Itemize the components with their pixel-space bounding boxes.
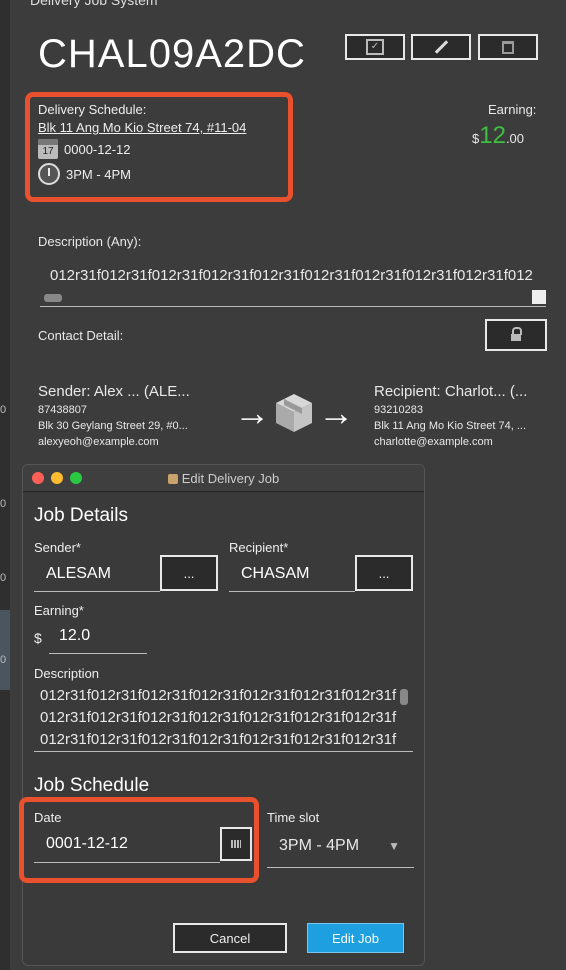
edit-button[interactable] [411,34,471,60]
lock-button[interactable] [485,319,547,351]
selected-row-edge [0,610,10,690]
recipient-card: Recipient: Charlot... (... 93210283 Blk … [374,382,527,450]
recipient-title: Recipient: Charlot... (... [374,383,528,400]
pencil-icon [434,40,448,54]
edit-job-button[interactable]: Edit Job [307,923,404,953]
description-scrollbar-thumb[interactable] [400,689,408,705]
sender-title: Sender: Alex ... (ALE... [38,383,190,400]
job-schedule-heading: Job Schedule [34,775,150,796]
delete-button[interactable] [478,34,538,60]
recipient-browse-button[interactable]: ... [355,555,413,591]
cancel-button[interactable]: Cancel [173,923,287,953]
recipient-label: Recipient* [229,540,289,555]
lock-icon [511,327,522,341]
sender-card: Sender: Alex ... (ALE... 87438807 Blk 30… [38,382,190,450]
scrollbar-end [532,290,546,304]
window-title: Delivery Job System [30,0,158,8]
recipient-input[interactable]: CHASAM [229,557,355,592]
edit-delivery-job-dialog: Edit Delivery Job Job Details Sender* AL… [22,464,425,966]
edge-mark: 0 [0,404,7,416]
sender-phone: 87438807 [38,404,87,416]
sender-input[interactable]: ALESAM [34,557,160,592]
dialog-titlebar: Edit Delivery Job [23,465,424,492]
description-label: Description (Any): [38,234,142,249]
description-field-label: Description [34,666,100,681]
complete-button[interactable]: ✓ [345,34,405,60]
recipient-address: Blk 11 Ang Mo Kio Street 74, ... [374,420,527,432]
description-line: 012r31f012r31f012r31f012r31f012r31f012r3… [40,709,397,726]
sender-address: Blk 30 Geylang Street 29, #0... [38,420,188,432]
arrow-right-icon: → [318,392,354,433]
description-textarea[interactable]: 012r31f012r31f012r31f012r31f012r31f012r3… [34,685,413,752]
edge-mark: 0 [0,498,7,510]
scrollbar-thumb[interactable] [44,294,62,302]
trash-icon [502,40,514,54]
job-details-heading: Job Details [34,505,128,526]
contact-label: Contact Detail: [38,328,124,343]
earning-label: Earning: [488,102,537,117]
highlight-box-date [19,797,259,883]
edge-mark: 0 [0,654,7,666]
arrow-right-icon: → [234,392,270,433]
edge-mark: 0 [0,572,7,584]
description-line: 012r31f012r31f012r31f012r31f012r31f012r3… [40,687,397,704]
package-icon [276,394,312,432]
dialog-title: Edit Delivery Job [23,471,424,486]
description-line: 012r31f012r31f012r31f012r31f012r31f012r3… [40,731,397,748]
app-icon [167,474,178,484]
earning-input[interactable]: 12.0 [49,619,147,654]
highlight-box-schedule [25,92,293,202]
timeslot-selected: 3PM - 4PM [279,837,360,854]
checkbox-icon: ✓ [366,39,384,55]
recipient-email: charlotte@example.com [374,436,493,448]
left-panel-edge: 0 0 0 0 [0,0,10,970]
timeslot-select[interactable]: 3PM - 4PM ▼ [267,829,414,868]
sender-browse-button[interactable]: ... [160,555,218,591]
chevron-down-icon: ▼ [388,839,400,853]
earning-value: $12.00 [472,122,525,149]
currency-symbol: $ [34,630,42,646]
description-value: 012r31f012r31f012r31f012r31f012r31f012r3… [50,267,533,284]
job-id-heading: CHAL09A2DC [38,32,306,76]
recipient-phone: 93210283 [374,404,423,416]
sender-email: alexyeoh@example.com [38,436,159,448]
timeslot-label: Time slot [267,810,320,825]
earning-field-label: Earning* [34,603,84,618]
description-scrollbar[interactable] [40,288,546,307]
sender-label: Sender* [34,540,81,555]
